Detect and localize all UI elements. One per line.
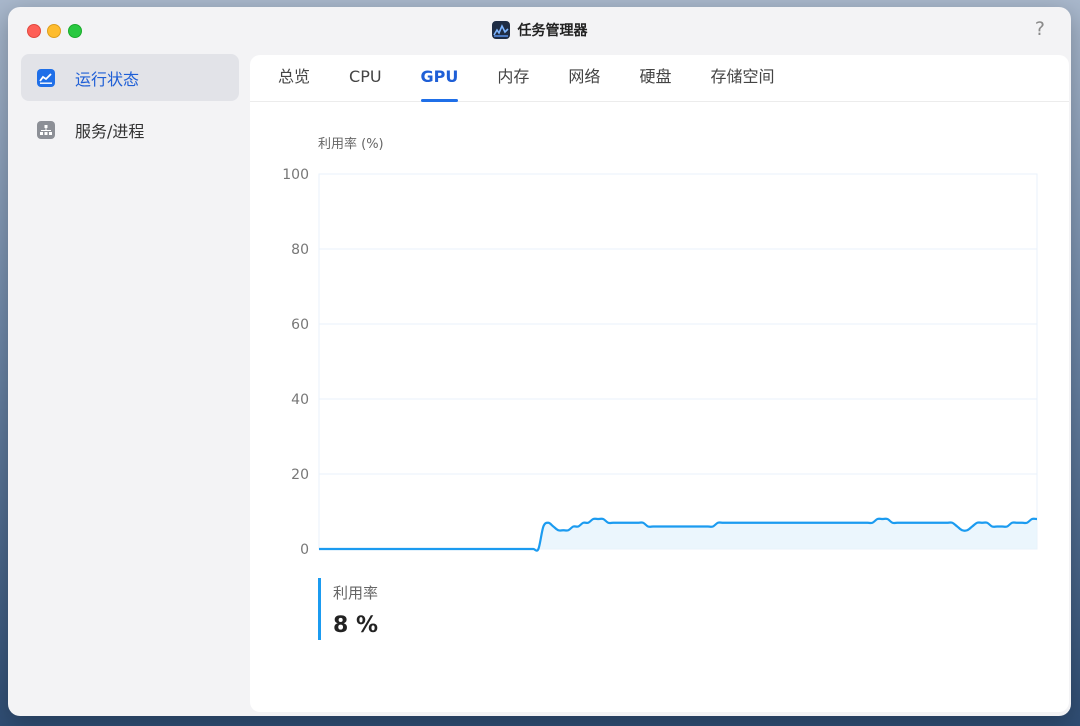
tab-memory[interactable]: 内存 bbox=[497, 55, 529, 102]
chart-canvas: 100 80 60 40 20 0 bbox=[282, 167, 1038, 558]
help-button[interactable]: ? bbox=[1035, 18, 1045, 40]
plot-area bbox=[318, 173, 1038, 550]
sidebar-item-status[interactable]: 运行状态 bbox=[21, 54, 239, 101]
y-tick-label: 0 bbox=[300, 542, 309, 558]
tab-storage[interactable]: 存储空间 bbox=[710, 55, 774, 102]
legend-label: 利用率 bbox=[333, 584, 379, 602]
y-axis-label: 利用率 (%) bbox=[318, 137, 384, 152]
sidebar-item-services[interactable]: 服务/进程 bbox=[21, 106, 239, 153]
sidebar: 运行状态 服务/进程 bbox=[21, 54, 239, 158]
tab-bar: 总览 CPU GPU 内存 网络 硬盘 存储空间 bbox=[250, 55, 1069, 102]
y-tick-label: 100 bbox=[282, 167, 309, 183]
gpu-chart: 利用率 (%) 100 80 60 40 20 0 bbox=[250, 127, 1069, 567]
chart-icon bbox=[37, 68, 55, 87]
tab-network[interactable]: 网络 bbox=[568, 55, 600, 102]
app-window: 任务管理器 ? 运行状态 服务/进程 总览 CPU GPU 内存 网络 硬盘 存… bbox=[8, 7, 1071, 716]
tab-overview[interactable]: 总览 bbox=[278, 55, 310, 102]
sidebar-item-label: 运行状态 bbox=[75, 69, 140, 89]
tab-cpu[interactable]: CPU bbox=[349, 55, 382, 102]
task-manager-icon bbox=[491, 21, 510, 39]
legend: 利用率 8 % bbox=[318, 578, 378, 640]
y-tick-label: 60 bbox=[291, 317, 309, 333]
tab-gpu[interactable]: GPU bbox=[420, 55, 458, 102]
tab-disk[interactable]: 硬盘 bbox=[639, 55, 671, 102]
legend-value: 8 % bbox=[333, 613, 379, 638]
y-tick-label: 20 bbox=[291, 467, 309, 483]
sidebar-item-label: 服务/进程 bbox=[75, 121, 145, 141]
y-tick-label: 40 bbox=[291, 392, 309, 408]
window-title: 任务管理器 bbox=[8, 20, 1071, 40]
window-title-text: 任务管理器 bbox=[517, 23, 588, 39]
sitemap-icon bbox=[37, 120, 55, 139]
y-tick-label: 80 bbox=[291, 242, 309, 258]
main-panel: 总览 CPU GPU 内存 网络 硬盘 存储空间 利用率 (%) 100 80 60… bbox=[250, 55, 1069, 712]
title-bar: 任务管理器 ? bbox=[8, 7, 1071, 53]
